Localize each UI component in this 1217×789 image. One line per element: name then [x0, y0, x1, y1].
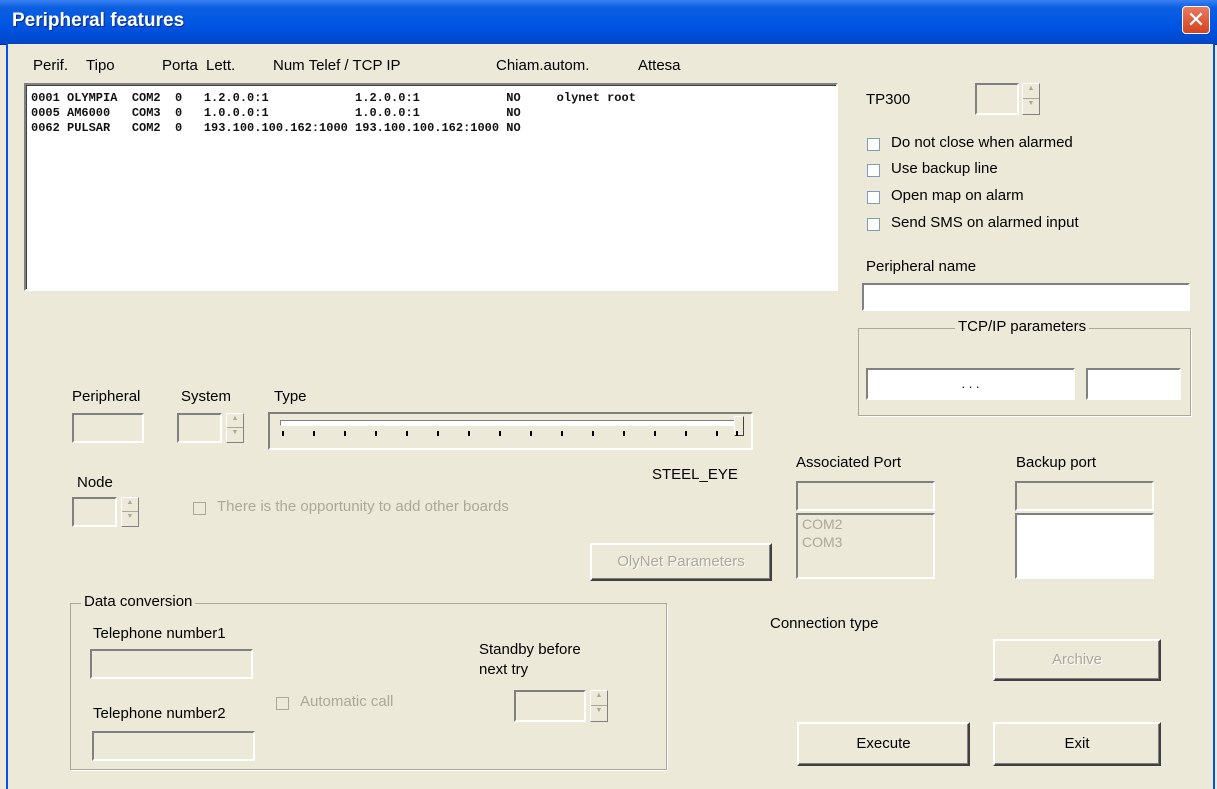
olynet-parameters-button[interactable]: OlyNet Parameters [590, 543, 772, 581]
list-item[interactable]: 0001 OLYMPIA COM2 0 1.2.0.0:1 1.2.0.0:1 … [31, 91, 636, 105]
backup-port-input[interactable] [1015, 481, 1154, 511]
automatic-call-label: Automatic call [300, 693, 394, 710]
tp300-label: TP300 [866, 91, 911, 108]
automatic-call-checkbox[interactable] [276, 697, 289, 710]
tcpip-group-label: TCP/IP parameters [955, 318, 1090, 335]
close-icon[interactable]: ✕ [1182, 6, 1210, 34]
list-item[interactable]: 0062 PULSAR COM2 0 193.100.100.162:1000 … [31, 121, 521, 135]
associated-port-label: Associated Port [796, 454, 902, 471]
header-chiam-autom: Chiam.autom. [496, 57, 590, 74]
node-input[interactable] [72, 497, 117, 527]
archive-button[interactable]: Archive [993, 639, 1161, 681]
standby-label-line1: Standby before [479, 641, 581, 658]
associated-port-input[interactable] [796, 481, 935, 511]
system-spinner[interactable]: ▲ ▼ [226, 413, 244, 443]
telephone-number2-input[interactable] [92, 731, 255, 761]
tp300-input[interactable] [975, 83, 1019, 115]
node-spinner[interactable]: ▲ ▼ [121, 497, 139, 527]
type-label: Type [274, 388, 307, 405]
ip-address-input[interactable]: . . . [866, 368, 1075, 400]
peripheral-list[interactable]: 0001 OLYMPIA COM2 0 1.2.0.0:1 1.2.0.0:1 … [24, 83, 838, 291]
send-sms-checkbox[interactable] [867, 218, 880, 231]
add-boards-checkbox[interactable] [193, 502, 206, 515]
header-lett: Lett. [206, 57, 236, 74]
backup-port-label: Backup port [1016, 454, 1097, 471]
list-item[interactable]: COM2 [802, 516, 842, 532]
peripheral-input[interactable] [72, 413, 144, 443]
backup-port-list[interactable] [1015, 513, 1154, 579]
peripheral-label: Peripheral [72, 388, 141, 405]
peripheral-name-input[interactable] [862, 283, 1190, 311]
backup-line-label: Use backup line [891, 160, 998, 177]
peripheral-name-label: Peripheral name [866, 258, 977, 275]
tp300-spinner[interactable]: ▲ ▼ [1022, 83, 1040, 115]
send-sms-label: Send SMS on alarmed input [891, 214, 1079, 231]
standby-spinner[interactable]: ▲ ▼ [590, 690, 608, 722]
execute-button[interactable]: Execute [797, 722, 970, 766]
do-not-close-checkbox[interactable] [867, 138, 880, 151]
header-perif: Perif. [33, 57, 69, 74]
add-boards-label: There is the opportunity to add other bo… [217, 498, 509, 515]
window-title: Peripheral features [12, 10, 185, 31]
telephone-number1-label: Telephone number1 [93, 625, 226, 642]
system-label: System [181, 388, 232, 405]
header-num-telef: Num Telef / TCP IP [273, 57, 401, 74]
ip-port-input[interactable] [1086, 368, 1181, 400]
node-label: Node [77, 474, 113, 491]
header-porta: Porta [162, 57, 198, 74]
system-input[interactable] [177, 413, 222, 443]
type-slider[interactable] [268, 412, 753, 450]
standby-label-line2: next try [479, 661, 529, 678]
standby-input[interactable] [514, 690, 586, 722]
header-attesa: Attesa [638, 57, 681, 74]
exit-button[interactable]: Exit [993, 722, 1161, 766]
do-not-close-label: Do not close when alarmed [891, 134, 1073, 151]
open-map-label: Open map on alarm [891, 187, 1024, 204]
backup-line-checkbox[interactable] [867, 164, 880, 177]
header-tipo: Tipo [86, 57, 115, 74]
open-map-checkbox[interactable] [867, 191, 880, 204]
data-conversion-group-label: Data conversion [81, 593, 196, 610]
associated-port-list[interactable]: COM2 COM3 [796, 513, 935, 579]
connection-type-label: Connection type [770, 615, 879, 632]
type-value-label: STEEL_EYE [652, 466, 738, 483]
telephone-number1-input[interactable] [90, 649, 253, 679]
list-item[interactable]: COM3 [802, 534, 842, 550]
telephone-number2-label: Telephone number2 [93, 705, 226, 722]
list-item[interactable]: 0005 AM6000 COM3 0 1.0.0.0:1 1.0.0.0:1 N… [31, 106, 521, 120]
